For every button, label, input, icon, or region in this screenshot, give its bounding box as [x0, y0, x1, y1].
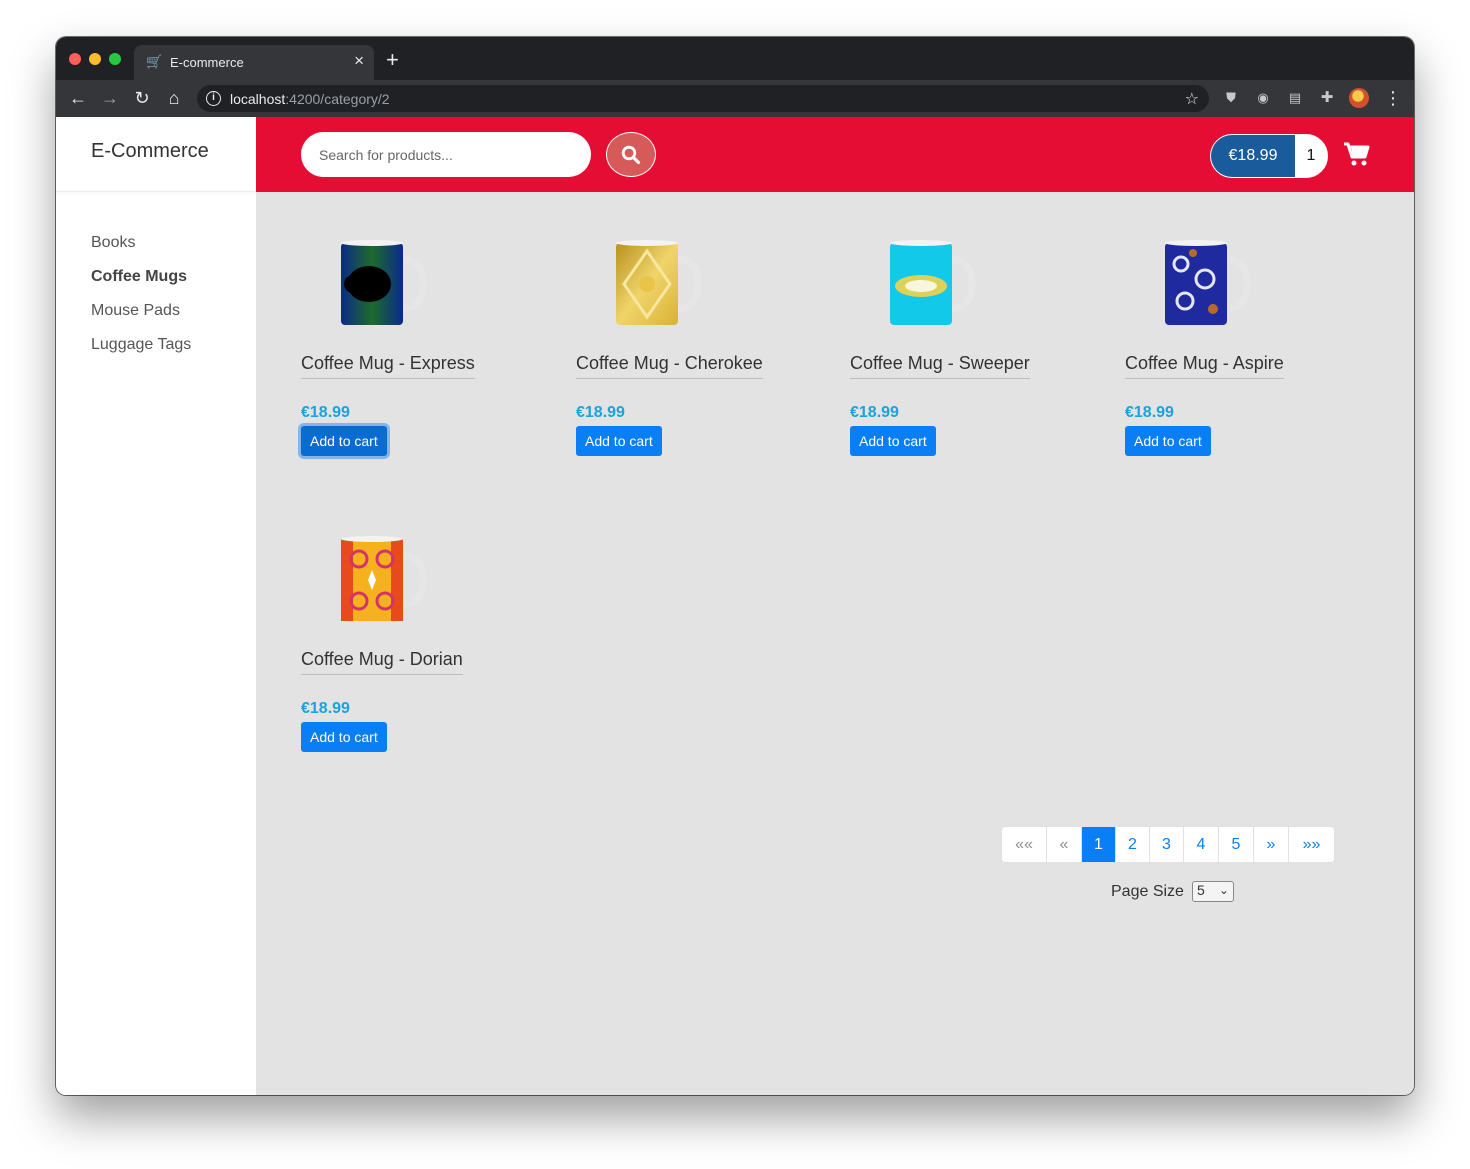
page-size-control: Page Size 5 ⌄	[1111, 881, 1234, 902]
browser-menu-icon[interactable]: ⋮	[1384, 87, 1402, 109]
shopping-cart-icon[interactable]	[1343, 141, 1371, 167]
page-5-button[interactable]: 5	[1219, 827, 1254, 862]
product-price: €18.99	[301, 404, 350, 421]
web-page: E-Commerce Books Coffee Mugs Mouse Pads …	[56, 117, 1414, 1095]
product-name[interactable]: Coffee Mug - Cherokee	[576, 353, 763, 379]
product-grid: Coffee Mug - Express €18.99 Add to cart	[256, 192, 1414, 1095]
page-size-label: Page Size	[1111, 882, 1184, 900]
brand-title[interactable]: E-Commerce	[91, 140, 209, 163]
shield-extension-icon[interactable]: ⛊	[1222, 89, 1240, 107]
minimize-window-button[interactable]	[89, 53, 101, 65]
cart-count: 1	[1306, 147, 1316, 164]
add-to-cart-button[interactable]: Add to cart	[850, 426, 936, 456]
product-image[interactable]	[888, 239, 980, 329]
add-to-cart-button[interactable]: Add to cart	[301, 722, 387, 752]
last-page-button[interactable]: »»	[1289, 827, 1334, 862]
product-image[interactable]	[339, 535, 431, 625]
product-name[interactable]: Coffee Mug - Dorian	[301, 649, 463, 675]
bookmark-star-icon[interactable]: ☆	[1185, 89, 1199, 109]
address-bar[interactable]: i localhost:4200/category/2 ☆	[197, 85, 1209, 112]
home-icon[interactable]: ⌂	[162, 87, 186, 109]
profile-avatar[interactable]	[1349, 88, 1369, 108]
tab-bar: 🛒 E-commerce × +	[56, 37, 1414, 80]
sidebar: E-Commerce Books Coffee Mugs Mouse Pads …	[56, 117, 256, 1095]
add-to-cart-button[interactable]: Add to cart	[576, 426, 662, 456]
first-page-button[interactable]: ««	[1002, 827, 1047, 862]
product-image[interactable]	[1163, 239, 1255, 329]
tab-close-icon[interactable]: ×	[354, 52, 364, 70]
search-icon	[621, 145, 641, 164]
search-button[interactable]	[606, 132, 656, 177]
product-price: €18.99	[301, 700, 350, 717]
password-extension-icon[interactable]: ◉	[1254, 89, 1272, 107]
product-name[interactable]: Coffee Mug - Aspire	[1125, 353, 1284, 379]
page-size-select[interactable]: 5 ⌄	[1191, 881, 1234, 902]
product-price: €18.99	[576, 404, 625, 421]
url-text[interactable]: localhost:4200/category/2	[230, 91, 390, 107]
page-1-button[interactable]: 1	[1082, 827, 1116, 862]
puzzle-extensions-icon[interactable]: ✚	[1318, 89, 1336, 107]
page-3-button[interactable]: 3	[1150, 827, 1184, 862]
sidebar-item-luggage-tags[interactable]: Luggage Tags	[91, 336, 191, 370]
sidebar-item-mouse-pads[interactable]: Mouse Pads	[91, 302, 191, 336]
brand: E-Commerce	[56, 117, 256, 192]
site-info-icon[interactable]: i	[206, 91, 221, 106]
add-to-cart-button[interactable]: Add to cart	[301, 426, 387, 456]
product-image[interactable]	[339, 239, 431, 329]
add-to-cart-button[interactable]: Add to cart	[1125, 426, 1211, 456]
tab-title: E-commerce	[170, 55, 244, 70]
cart-status[interactable]: €18.99 1	[1210, 134, 1328, 178]
browser-toolbar: ← → ↻ ⌂ i localhost:4200/category/2 ☆ ⛊ …	[56, 80, 1414, 117]
cart-total: €18.99	[1211, 135, 1295, 177]
search-input[interactable]	[301, 132, 591, 177]
forward-icon[interactable]: →	[98, 87, 122, 109]
close-window-button[interactable]	[69, 53, 81, 65]
product-price: €18.99	[1125, 404, 1174, 421]
sidebar-item-coffee-mugs[interactable]: Coffee Mugs	[91, 268, 191, 302]
sidebar-item-books[interactable]: Books	[91, 234, 191, 268]
browser-window: 🛒 E-commerce × + ← → ↻ ⌂ i localhost:420…	[56, 37, 1414, 1095]
category-menu: Books Coffee Mugs Mouse Pads Luggage Tag…	[91, 234, 191, 370]
product-price: €18.99	[850, 404, 899, 421]
chevron-down-icon: ⌄	[1218, 883, 1229, 897]
new-tab-button[interactable]: +	[386, 49, 399, 71]
reload-icon[interactable]: ↻	[130, 87, 154, 109]
document-extension-icon[interactable]: ▤	[1286, 89, 1304, 107]
maximize-window-button[interactable]	[109, 53, 121, 65]
next-page-button[interactable]: »	[1254, 827, 1289, 862]
pagination: «« « 1 2 3 4 5 » »»	[1001, 826, 1335, 863]
header-bar: €18.99 1	[256, 117, 1414, 192]
previous-page-button[interactable]: «	[1047, 827, 1082, 862]
back-icon[interactable]: ←	[66, 87, 90, 109]
cart-favicon-icon: 🛒	[146, 54, 163, 69]
page-4-button[interactable]: 4	[1184, 827, 1219, 862]
product-name[interactable]: Coffee Mug - Sweeper	[850, 353, 1030, 379]
product-name[interactable]: Coffee Mug - Express	[301, 353, 475, 379]
page-size-value: 5	[1196, 882, 1205, 898]
browser-tab[interactable]: 🛒 E-commerce ×	[134, 45, 374, 80]
product-image[interactable]	[614, 239, 706, 329]
page-2-button[interactable]: 2	[1116, 827, 1150, 862]
